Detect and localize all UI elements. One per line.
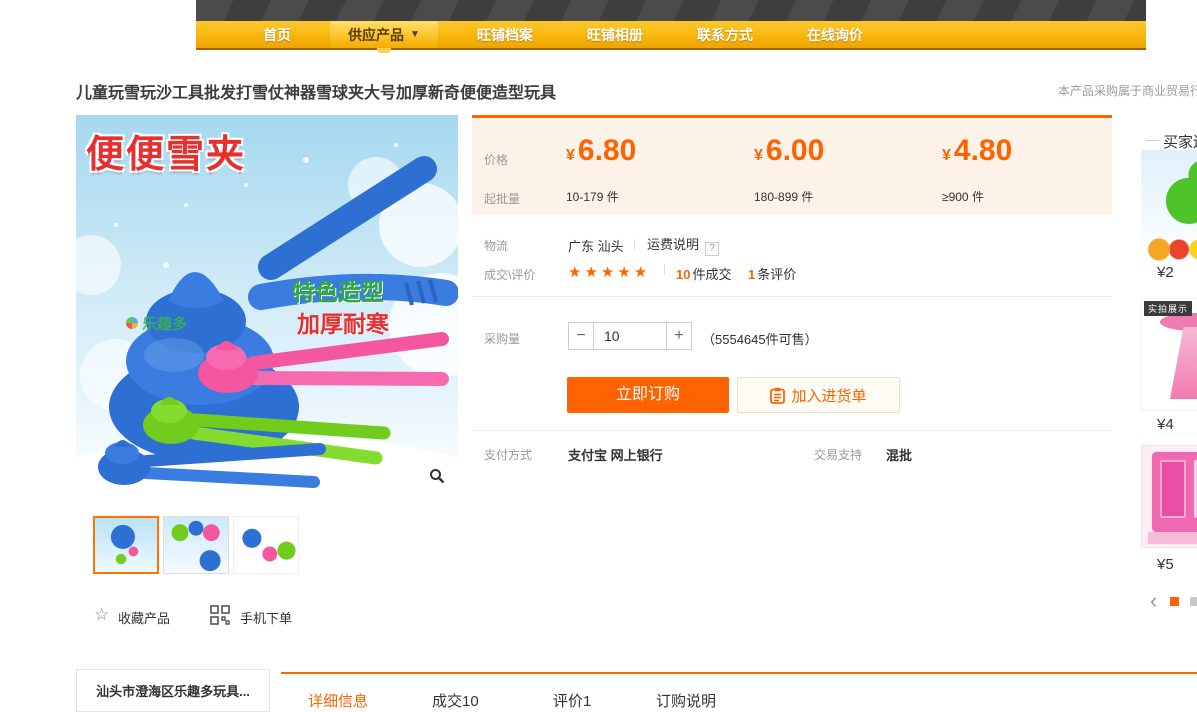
star-rating: ★★★★★ (568, 263, 650, 281)
tier-qty: 10-179 件 (566, 188, 619, 205)
sidebar-header-dash (1146, 140, 1159, 141)
nav-item-inquiry[interactable]: 在线询价 (790, 21, 880, 48)
thumbnail-2[interactable] (163, 516, 229, 574)
logistics-label: 物流 (484, 237, 508, 254)
deals-number: 10 (676, 267, 690, 282)
price-box: 价格 起批量 ¥6.80 10-179 件 ¥6.00 180-899 件 ¥4… (472, 115, 1112, 215)
tabs-accent-line (281, 672, 1197, 674)
image-overlay-title: 便便雪夹 (86, 123, 246, 178)
currency-symbol: ¥ (566, 147, 575, 164)
product-shape (1148, 532, 1197, 544)
carousel-dot[interactable] (1190, 597, 1197, 606)
order-now-button[interactable]: 立即订购 (567, 377, 729, 413)
nav-item-home[interactable]: 首页 (246, 21, 308, 48)
image-overlay-feature-2: 加厚耐寒 (297, 305, 389, 339)
nav-item-label: 供应产品 (348, 25, 404, 45)
top-dark-bar (196, 0, 1146, 21)
main-nav: 首页 供应产品 ▼ 旺铺档案 旺铺相册 联系方式 在线询价 (196, 21, 1146, 50)
sidebar-header: 买家还 (1163, 131, 1197, 152)
divider-pipe (634, 239, 635, 250)
carousel-prev-arrow[interactable]: ‹ (1150, 588, 1157, 614)
moq-label: 起批量 (484, 190, 520, 207)
trade-support-label: 交易支持 (814, 446, 862, 463)
shipping-info-link[interactable]: 运费说明 (647, 237, 699, 252)
product-page: 首页 供应产品 ▼ 旺铺档案 旺铺相册 联系方式 在线询价 儿童玩雪玩沙工具批发… (0, 0, 1197, 712)
sidebar-product-2-image[interactable]: 实拍展示 (1141, 298, 1197, 411)
quantity-plus-button[interactable]: + (666, 322, 692, 350)
supplier-name-box[interactable]: 汕头市澄海区乐趣多玩具... (76, 669, 270, 712)
deals-suffix: 件成交 (692, 267, 731, 282)
currency-symbol: ¥ (754, 147, 763, 164)
tab-reviews[interactable]: 评价1 (553, 690, 591, 711)
tab-order-instructions[interactable]: 订购说明 (656, 690, 716, 711)
reviews-suffix: 条评价 (757, 267, 796, 282)
help-icon[interactable]: ? (705, 242, 719, 256)
tab-detail-info[interactable]: 详细信息 (308, 690, 368, 711)
payment-methods: 支付宝 网上银行 (568, 445, 663, 464)
sidebar-product-3-image[interactable] (1141, 445, 1197, 548)
price-value: 4.80 (954, 134, 1012, 167)
clipboard-icon (770, 387, 785, 404)
logistics-location: 广东 汕头 (568, 236, 624, 255)
favorite-star-icon[interactable]: ☆ (94, 605, 109, 625)
section-divider (472, 296, 1112, 297)
product-main-image[interactable]: 便便雪夹 特色造型 加厚耐寒 乐趣多 (76, 115, 458, 497)
mobile-order-button[interactable]: 手机下单 (240, 608, 292, 627)
chevron-down-icon: ▼ (410, 29, 420, 40)
sidebar-product-2-price: ¥4 (1157, 416, 1174, 433)
add-to-cart-label: 加入进货单 (791, 385, 866, 406)
section-divider (472, 430, 1112, 431)
quantity-stepper: − 10 + (568, 322, 692, 350)
product-shape (1170, 327, 1197, 399)
price-label: 价格 (484, 151, 508, 168)
add-to-cart-button[interactable]: 加入进货单 (737, 377, 900, 413)
tier-qty: 180-899 件 (754, 188, 813, 205)
carousel-dot-active[interactable] (1170, 597, 1179, 606)
tier-price: ¥4.80 (942, 134, 1012, 168)
nav-item-supply-products[interactable]: 供应产品 ▼ (330, 21, 438, 48)
nav-item-shop-profile[interactable]: 旺铺档案 (460, 21, 550, 48)
stock-note: （5554645件可售） (702, 329, 818, 348)
price-value: 6.80 (578, 134, 636, 167)
trade-support-value: 混批 (886, 445, 912, 464)
currency-symbol: ¥ (942, 147, 951, 164)
nav-item-contact[interactable]: 联系方式 (680, 21, 770, 48)
rating-label: 成交\评价 (484, 266, 535, 283)
magnifier-icon[interactable] (424, 463, 450, 489)
sidebar-product-1-image[interactable] (1141, 150, 1197, 263)
favorite-product-button[interactable]: 收藏产品 (118, 608, 170, 627)
reviews-count[interactable]: 1条评价 (748, 264, 796, 283)
tier-price: ¥6.80 (566, 134, 636, 168)
trade-note: 本产品采购属于商业贸易行 (1058, 82, 1197, 99)
thumbnail-1[interactable] (93, 516, 159, 574)
quantity-label: 采购量 (484, 330, 520, 347)
tab-deals[interactable]: 成交10 (432, 690, 479, 711)
nav-item-shop-album[interactable]: 旺铺相册 (570, 21, 660, 48)
reviews-number: 1 (748, 267, 755, 282)
quantity-minus-button[interactable]: − (568, 322, 594, 350)
quantity-input[interactable]: 10 (594, 322, 666, 350)
payment-label: 支付方式 (484, 446, 532, 463)
divider-pipe (664, 264, 665, 275)
photo-badge: 实拍展示 (1144, 301, 1192, 316)
price-value: 6.00 (766, 134, 824, 167)
tier-price: ¥6.00 (754, 134, 824, 168)
brand-watermark: 乐趣多 (126, 313, 187, 334)
page-title: 儿童玩雪玩沙工具批发打雪仗神器雪球夹大号加厚新奇便便造型玩具 (76, 79, 556, 103)
sidebar-product-1-price: ¥2 (1157, 264, 1174, 281)
sidebar-product-3-price: ¥5 (1157, 556, 1174, 573)
thumbnail-3[interactable] (233, 516, 299, 574)
tier-qty: ≥900 件 (942, 188, 984, 205)
product-shape (1152, 452, 1197, 532)
qr-code-icon[interactable] (210, 605, 230, 630)
image-overlay-feature-1: 特色造型 (292, 273, 384, 307)
deals-count[interactable]: 10件成交 (676, 264, 731, 283)
